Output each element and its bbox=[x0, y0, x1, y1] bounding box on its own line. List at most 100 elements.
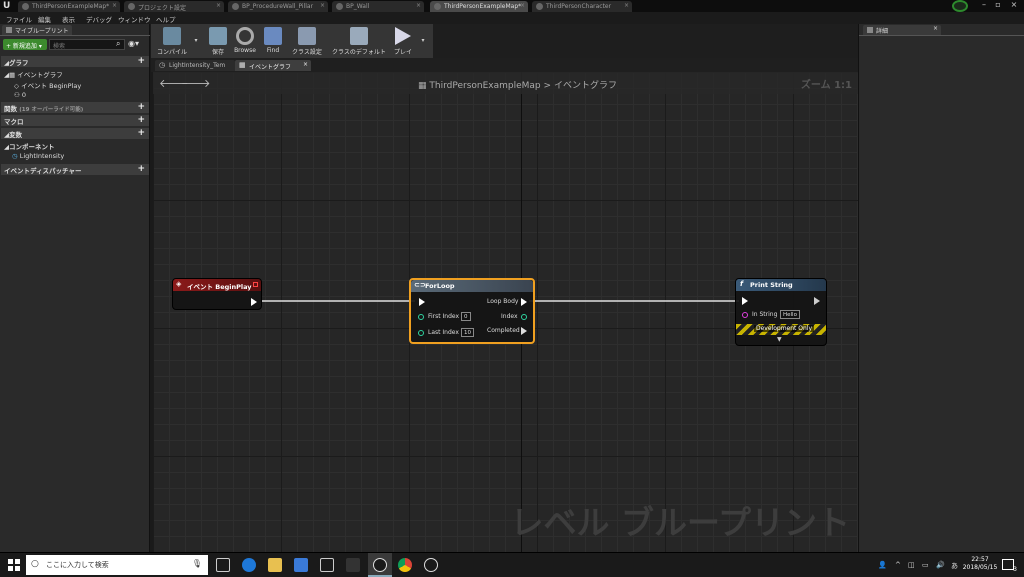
network-icon[interactable]: ◫ bbox=[908, 561, 915, 569]
store-icon[interactable] bbox=[294, 558, 308, 572]
chrome-icon[interactable] bbox=[398, 558, 412, 572]
section-functions[interactable]: 関数 (19 オーバーライド可能) + bbox=[1, 102, 149, 113]
epic-launcher-icon[interactable] bbox=[346, 558, 360, 572]
ime-icon[interactable]: あ bbox=[951, 561, 958, 571]
browse-button[interactable]: Browse bbox=[231, 24, 259, 58]
print-string-node[interactable]: f Print String In String Hello Developme… bbox=[735, 278, 827, 346]
delegate-pin-icon[interactable] bbox=[253, 282, 258, 287]
begin-play-node[interactable]: ◈ イベント BeginPlay bbox=[172, 278, 262, 310]
breadcrumb-graph[interactable]: イベントグラフ bbox=[554, 81, 617, 91]
search-icon: ○ bbox=[31, 559, 39, 569]
show-hidden-icons[interactable]: ^ bbox=[895, 561, 901, 569]
expand-arrow-icon[interactable]: ▼ bbox=[777, 336, 782, 343]
last-index-label: Last Index bbox=[428, 329, 459, 336]
explorer-icon[interactable] bbox=[268, 558, 282, 572]
tree-item-begin-play[interactable]: ◇ イベント BeginPlay bbox=[14, 80, 81, 90]
menu-file[interactable]: ファイル bbox=[6, 14, 32, 24]
edge-icon[interactable] bbox=[242, 558, 256, 572]
first-index-pin[interactable] bbox=[418, 314, 424, 320]
last-index-input[interactable]: 10 bbox=[461, 328, 474, 337]
for-loop-node[interactable]: ⊂⊃ ForLoop Loop Body First Index 0 Index… bbox=[409, 278, 535, 344]
tab-event-graph[interactable]: ▦ イベントグラフ × bbox=[235, 60, 311, 71]
exec-out-pin[interactable] bbox=[251, 298, 257, 306]
add-dispatcher-icon[interactable]: + bbox=[137, 164, 145, 174]
compile-button[interactable]: コンパイル bbox=[153, 24, 191, 58]
in-string-input[interactable]: Hello bbox=[780, 310, 800, 319]
eye-icon[interactable]: ◉▾ bbox=[128, 39, 139, 48]
notification-icon[interactable]: 3 bbox=[1002, 559, 1017, 573]
add-function-icon[interactable]: + bbox=[137, 102, 145, 112]
doc-tab[interactable]: BP_ProcedureWall_Pillar × bbox=[228, 1, 328, 12]
tree-item-event-graph[interactable]: ◢▦ イベントグラフ bbox=[4, 69, 63, 79]
details-tab[interactable]: 詳細 × bbox=[863, 25, 941, 35]
menu-window[interactable]: ウィンドウ bbox=[118, 14, 151, 24]
unreal-engine-icon[interactable] bbox=[424, 558, 438, 572]
section-graphs[interactable]: ◢グラフ + bbox=[1, 56, 149, 67]
menu-help[interactable]: ヘルプ bbox=[156, 14, 176, 24]
close-tab-icon[interactable]: × bbox=[303, 61, 308, 68]
first-index-input[interactable]: 0 bbox=[461, 312, 471, 321]
windows-start-icon[interactable] bbox=[8, 559, 20, 571]
search-input[interactable]: 検索 bbox=[49, 39, 125, 50]
save-button[interactable]: 保存 bbox=[205, 24, 231, 58]
play-button[interactable]: プレイ bbox=[391, 24, 415, 58]
unreal-logo-icon[interactable]: U bbox=[3, 1, 13, 11]
loop-body-pin[interactable] bbox=[521, 298, 527, 306]
section-variables[interactable]: ◢変数 + bbox=[1, 128, 149, 139]
volume-icon[interactable]: 🔊 bbox=[936, 561, 945, 569]
compile-options-button[interactable]: ▾ bbox=[191, 24, 201, 58]
menu-debug[interactable]: デバッグ bbox=[86, 14, 112, 24]
exec-in-pin[interactable] bbox=[742, 297, 748, 305]
clock[interactable]: 22:57 2018/05/15 bbox=[962, 556, 998, 572]
graph-header: 🡐 🡒 ▦ ThirdPersonExampleMap > イベントグラフ ズー… bbox=[153, 72, 858, 94]
doc-tab[interactable]: ThirdPersonExampleMap* × bbox=[18, 1, 120, 12]
doc-tab[interactable]: ThirdPersonCharacter × bbox=[532, 1, 632, 12]
add-new-button[interactable]: + 新規追加 ▾ bbox=[3, 39, 47, 50]
minimize-button[interactable]: – bbox=[978, 0, 990, 10]
graph-canvas[interactable]: ◈ イベント BeginPlay ⊂⊃ ForLoop Loop Body Fi… bbox=[153, 72, 858, 552]
section-event-dispatchers[interactable]: イベントディスパッチャー + bbox=[1, 164, 149, 175]
class-defaults-button[interactable]: クラスのデフォルト bbox=[329, 24, 389, 58]
section-macros[interactable]: マクロ + bbox=[1, 115, 149, 126]
menu-edit[interactable]: 編集 bbox=[38, 14, 51, 24]
exec-in-pin[interactable] bbox=[419, 298, 425, 306]
in-string-pin[interactable] bbox=[742, 312, 748, 318]
source-control-icon[interactable] bbox=[952, 0, 968, 12]
forward-arrow-icon[interactable]: 🡒 bbox=[181, 76, 211, 90]
add-variable-icon[interactable]: + bbox=[137, 128, 145, 138]
add-graph-icon[interactable]: + bbox=[137, 56, 145, 66]
exec-out-pin[interactable] bbox=[814, 297, 820, 305]
close-button[interactable]: × bbox=[1008, 0, 1020, 10]
find-button[interactable]: Find bbox=[261, 24, 285, 58]
doc-tab-active[interactable]: ThirdPersonExampleMap* × bbox=[430, 1, 528, 12]
completed-label: Completed bbox=[487, 327, 520, 334]
microphone-icon[interactable]: 🎙 bbox=[192, 559, 202, 568]
breadcrumb-map[interactable]: ThirdPersonExampleMap bbox=[429, 81, 540, 91]
taskbar-search-input[interactable]: ○ ここに入力して検索 🎙 bbox=[26, 555, 208, 575]
tree-item-light-intensity[interactable]: ◷ LightIntensity bbox=[12, 152, 64, 160]
graph-icon: ▦ bbox=[239, 61, 246, 69]
blueprint-icon bbox=[6, 27, 12, 33]
people-icon[interactable]: 👤 bbox=[878, 561, 887, 569]
battery-icon[interactable]: ▭ bbox=[922, 561, 929, 569]
unreal-editor-icon[interactable] bbox=[373, 558, 387, 572]
doc-tab[interactable]: BP_Wall × bbox=[332, 1, 424, 12]
section-components[interactable]: ◢コンポーネント bbox=[4, 141, 55, 151]
add-macro-icon[interactable]: + bbox=[137, 115, 145, 125]
index-pin[interactable] bbox=[521, 314, 527, 320]
tree-item-loop[interactable]: ⚇ 0 bbox=[14, 91, 26, 99]
task-view-icon[interactable] bbox=[216, 558, 230, 572]
close-tab-icon[interactable]: × bbox=[933, 25, 938, 32]
class-settings-button[interactable]: クラス設定 bbox=[289, 24, 325, 58]
tab-light-intensity-timeline[interactable]: ◷ LightIntensity_Tem bbox=[155, 60, 235, 71]
my-blueprint-tab[interactable]: マイブループリント bbox=[2, 25, 72, 35]
search-icon[interactable]: ⌕ bbox=[116, 39, 120, 49]
find-icon bbox=[264, 27, 282, 45]
maximize-button[interactable]: ▫ bbox=[992, 0, 1004, 10]
doc-tab[interactable]: プロジェクト設定 × bbox=[124, 1, 224, 12]
menu-view[interactable]: 表示 bbox=[62, 14, 75, 24]
last-index-pin[interactable] bbox=[418, 330, 424, 336]
mail-icon[interactable] bbox=[320, 558, 334, 572]
completed-pin[interactable] bbox=[521, 327, 527, 335]
play-options-button[interactable]: ▾ bbox=[417, 24, 429, 58]
